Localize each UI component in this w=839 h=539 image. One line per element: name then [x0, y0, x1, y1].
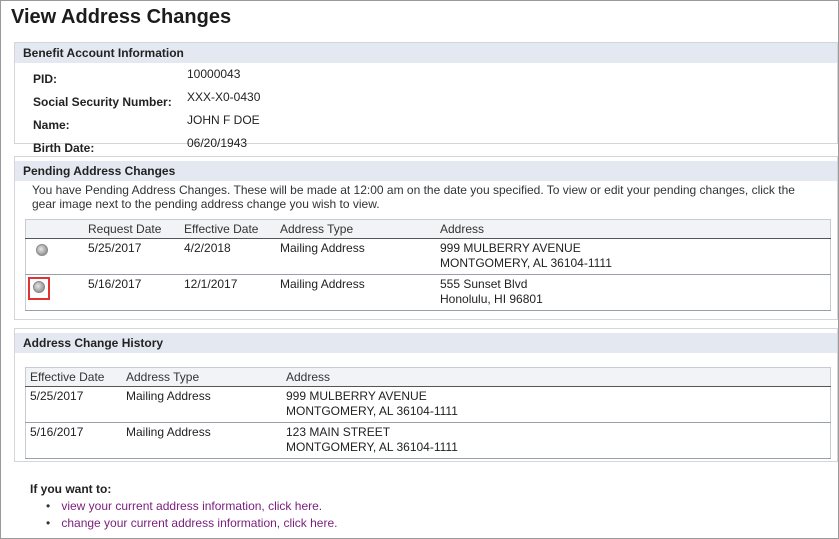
column-header-address-type: Address Type — [122, 367, 282, 387]
section-header: Benefit Account Information — [15, 43, 837, 63]
list-item: • change your current address informatio… — [46, 515, 337, 532]
address-type: Mailing Address — [276, 274, 436, 311]
page-title: View Address Changes — [11, 6, 232, 28]
address-cell: 999 MULBERRY AVENUE MONTGOMERY, AL 36104… — [282, 386, 831, 423]
effective-date: 5/25/2017 — [25, 386, 122, 423]
ssn-value: XXX-X0-0430 — [187, 90, 261, 104]
gear-icon[interactable] — [36, 244, 48, 256]
column-header-address-type: Address Type — [276, 219, 436, 239]
column-header-effective-date: Effective Date — [25, 367, 122, 387]
table-row: 5/16/2017 Mailing Address 123 MAIN STREE… — [25, 422, 831, 459]
benefit-account-section: Benefit Account Information PID: 1000004… — [14, 42, 838, 155]
table-row: 5/25/2017 Mailing Address 999 MULBERRY A… — [25, 386, 831, 423]
bullet-icon: • — [46, 516, 51, 530]
change-address-link[interactable]: change your current address information,… — [61, 516, 337, 530]
address-line-1: 123 MAIN STREET — [286, 425, 391, 439]
address-line-2: MONTGOMERY, AL 36104-1111 — [440, 256, 612, 270]
address-line-1: 555 Sunset Blvd — [440, 277, 528, 291]
ssn-label: Social Security Number: — [33, 95, 172, 109]
effective-date: 4/2/2018 — [180, 238, 276, 275]
highlight-box — [28, 277, 50, 300]
view-address-link[interactable]: view your current address information, c… — [61, 499, 322, 513]
column-header-effective-date: Effective Date — [180, 219, 276, 239]
column-header-address: Address — [436, 219, 831, 239]
address-line-1: 999 MULBERRY AVENUE — [286, 389, 427, 403]
section-header: Address Change History — [15, 333, 837, 353]
effective-date: 5/16/2017 — [25, 422, 122, 459]
table-row: 5/25/2017 4/2/2018 Mailing Address 999 M… — [25, 238, 831, 275]
list-item: • view your current address information,… — [46, 498, 337, 515]
address-cell: 555 Sunset Blvd Honolulu, HI 96801 — [436, 274, 831, 311]
table-row: 5/16/2017 12/1/2017 Mailing Address 555 … — [25, 274, 831, 311]
address-type: Mailing Address — [122, 422, 282, 459]
gear-icon[interactable] — [33, 281, 45, 293]
request-date: 5/16/2017 — [84, 274, 180, 311]
address-history-section: Address Change History Effective Date Ad… — [14, 328, 838, 462]
name-label: Name: — [33, 118, 70, 132]
gear-cell — [25, 238, 84, 275]
name-value: JOHN F DOE — [187, 113, 260, 127]
address-cell: 999 MULBERRY AVENUE MONTGOMERY, AL 36104… — [436, 238, 831, 275]
info-row: PID: 10000043 — [33, 67, 260, 90]
bullet-icon: • — [46, 499, 51, 513]
table-header-row: Request Date Effective Date Address Type… — [25, 219, 831, 239]
column-header-address: Address — [282, 367, 831, 387]
pending-changes-table: Request Date Effective Date Address Type… — [25, 219, 831, 311]
section-header: Pending Address Changes — [15, 161, 837, 181]
info-row: Name: JOHN F DOE — [33, 113, 260, 136]
address-type: Mailing Address — [122, 386, 282, 423]
gear-cell — [25, 274, 84, 311]
effective-date: 12/1/2017 — [180, 274, 276, 311]
table-header-row: Effective Date Address Type Address — [25, 367, 831, 387]
address-line-2: MONTGOMERY, AL 36104-1111 — [286, 440, 458, 454]
info-row: Social Security Number: XXX-X0-0430 — [33, 90, 260, 113]
address-line-2: Honolulu, HI 96801 — [440, 292, 543, 306]
action-links-list: • view your current address information,… — [46, 498, 337, 532]
pid-label: PID: — [33, 72, 57, 86]
column-header-request-date: Request Date — [84, 219, 180, 239]
icon-column-header — [25, 219, 84, 239]
pending-changes-section: Pending Address Changes You have Pending… — [14, 156, 838, 320]
address-cell: 123 MAIN STREET MONTGOMERY, AL 36104-111… — [282, 422, 831, 459]
address-history-table: Effective Date Address Type Address 5/25… — [25, 367, 831, 459]
address-type: Mailing Address — [276, 238, 436, 275]
pid-value: 10000043 — [187, 67, 241, 81]
address-line-2: MONTGOMERY, AL 36104-1111 — [286, 404, 458, 418]
address-line-1: 999 MULBERRY AVENUE — [440, 241, 581, 255]
if-you-want-to-heading: If you want to: — [30, 482, 112, 496]
pending-instructions: You have Pending Address Changes. These … — [32, 183, 795, 211]
request-date: 5/25/2017 — [84, 238, 180, 275]
benefit-info-table: PID: 10000043 Social Security Number: XX… — [33, 67, 260, 159]
